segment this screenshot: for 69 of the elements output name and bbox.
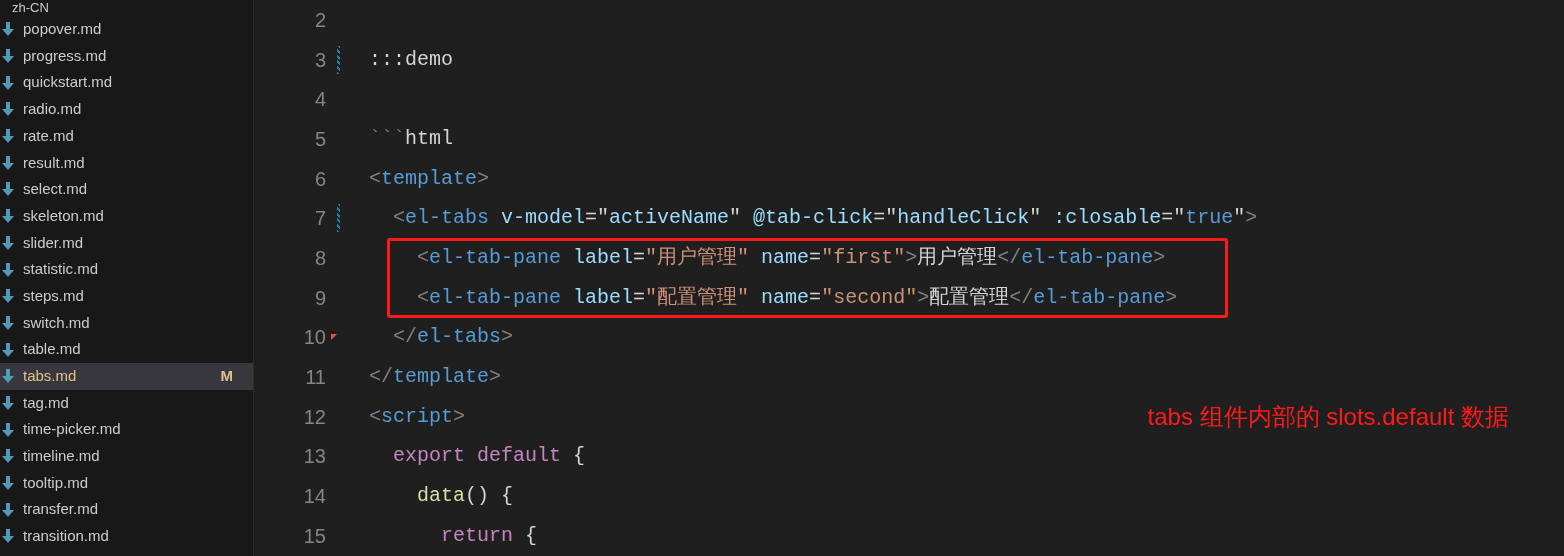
download-arrow-icon — [2, 315, 14, 330]
download-arrow-icon — [2, 476, 14, 491]
line-number: 12 — [302, 404, 326, 430]
code-line: <script> — [369, 403, 466, 430]
line-number: 13 — [302, 444, 326, 470]
file-item[interactable]: slider.md — [0, 229, 253, 257]
file-item[interactable]: steps.md — [0, 282, 253, 310]
file-item[interactable]: quickstart.md — [0, 69, 253, 97]
file-item[interactable]: transfer.md — [0, 496, 253, 524]
download-arrow-icon — [2, 209, 14, 224]
file-item[interactable]: result.md — [0, 149, 253, 177]
download-arrow-icon — [2, 422, 14, 437]
download-arrow-icon — [2, 49, 14, 64]
file-item[interactable]: tag.md — [0, 389, 253, 417]
code-line: export default { — [392, 443, 586, 470]
git-status-letter: M — [220, 366, 233, 387]
download-arrow-icon — [2, 22, 14, 37]
folder-name[interactable]: zh-CN — [12, 1, 49, 15]
file-item[interactable]: select.md — [0, 176, 253, 203]
file-item[interactable]: time-picker.md — [0, 416, 253, 443]
download-arrow-icon — [2, 502, 14, 517]
download-arrow-icon — [2, 182, 14, 197]
code-line: </template> — [369, 364, 502, 391]
download-arrow-icon — [2, 289, 14, 304]
code-line: <el-tabs v-model="activeName" @tab-click="handleClick" :closable="true"> — [392, 205, 1258, 232]
line-number: 8 — [313, 245, 326, 271]
download-arrow-icon — [2, 529, 14, 544]
file-item[interactable]: statistic.md — [0, 256, 253, 283]
line-number: 14 — [302, 484, 326, 510]
line-number: 9 — [313, 285, 326, 311]
file-item[interactable]: tooltip.md — [0, 469, 253, 497]
line-number: 11 — [304, 365, 326, 391]
line-number: 3 — [313, 47, 326, 73]
line-number: 5 — [313, 126, 326, 152]
file-item[interactable]: radio.md — [0, 96, 253, 123]
annotation-text: tabs 组件内部的 slots.default 数据 — [1147, 401, 1509, 432]
line-number: 15 — [302, 523, 326, 549]
line-number: 6 — [313, 166, 326, 192]
file-item[interactable]: transition.md — [0, 523, 253, 550]
line-number: 4 — [313, 87, 326, 113]
download-arrow-icon — [2, 262, 14, 277]
code-line: return { — [440, 522, 538, 549]
code-line: <el-tab-pane label="配置管理" name="second">配置管理</el-tab-pane> — [416, 284, 1178, 311]
download-arrow-icon — [2, 395, 14, 410]
download-arrow-icon — [2, 102, 14, 117]
file-item[interactable]: tabs.md M — [0, 362, 253, 390]
download-arrow-icon — [2, 155, 14, 170]
code-line: <template> — [369, 165, 490, 192]
file-item[interactable]: switch.md — [0, 309, 253, 337]
code-line: :::demo — [369, 46, 453, 73]
file-item[interactable]: progress.md — [0, 42, 253, 70]
download-arrow-icon — [2, 449, 14, 464]
code-line: ```html — [369, 125, 454, 152]
file-item[interactable]: rate.md — [0, 122, 253, 150]
file-item[interactable]: table.md — [0, 336, 253, 363]
download-arrow-icon — [2, 369, 14, 384]
line-number: 2 — [313, 7, 326, 33]
code-line: </el-tabs> — [392, 324, 514, 351]
download-arrow-icon — [2, 235, 14, 250]
file-item[interactable]: skeleton.md — [0, 202, 253, 230]
download-arrow-icon — [2, 75, 14, 90]
file-item[interactable]: timeline.md — [0, 443, 253, 470]
code-line: <el-tab-pane label="用户管理" name="first">用户管理</el-tab-pane> — [416, 244, 1166, 271]
line-number: 10 — [302, 325, 326, 351]
download-arrow-icon — [2, 342, 14, 357]
file-item[interactable]: popover.md — [0, 16, 253, 43]
line-number: 7 — [313, 206, 326, 232]
code-line: data() { — [416, 483, 514, 510]
download-arrow-icon — [2, 129, 14, 144]
